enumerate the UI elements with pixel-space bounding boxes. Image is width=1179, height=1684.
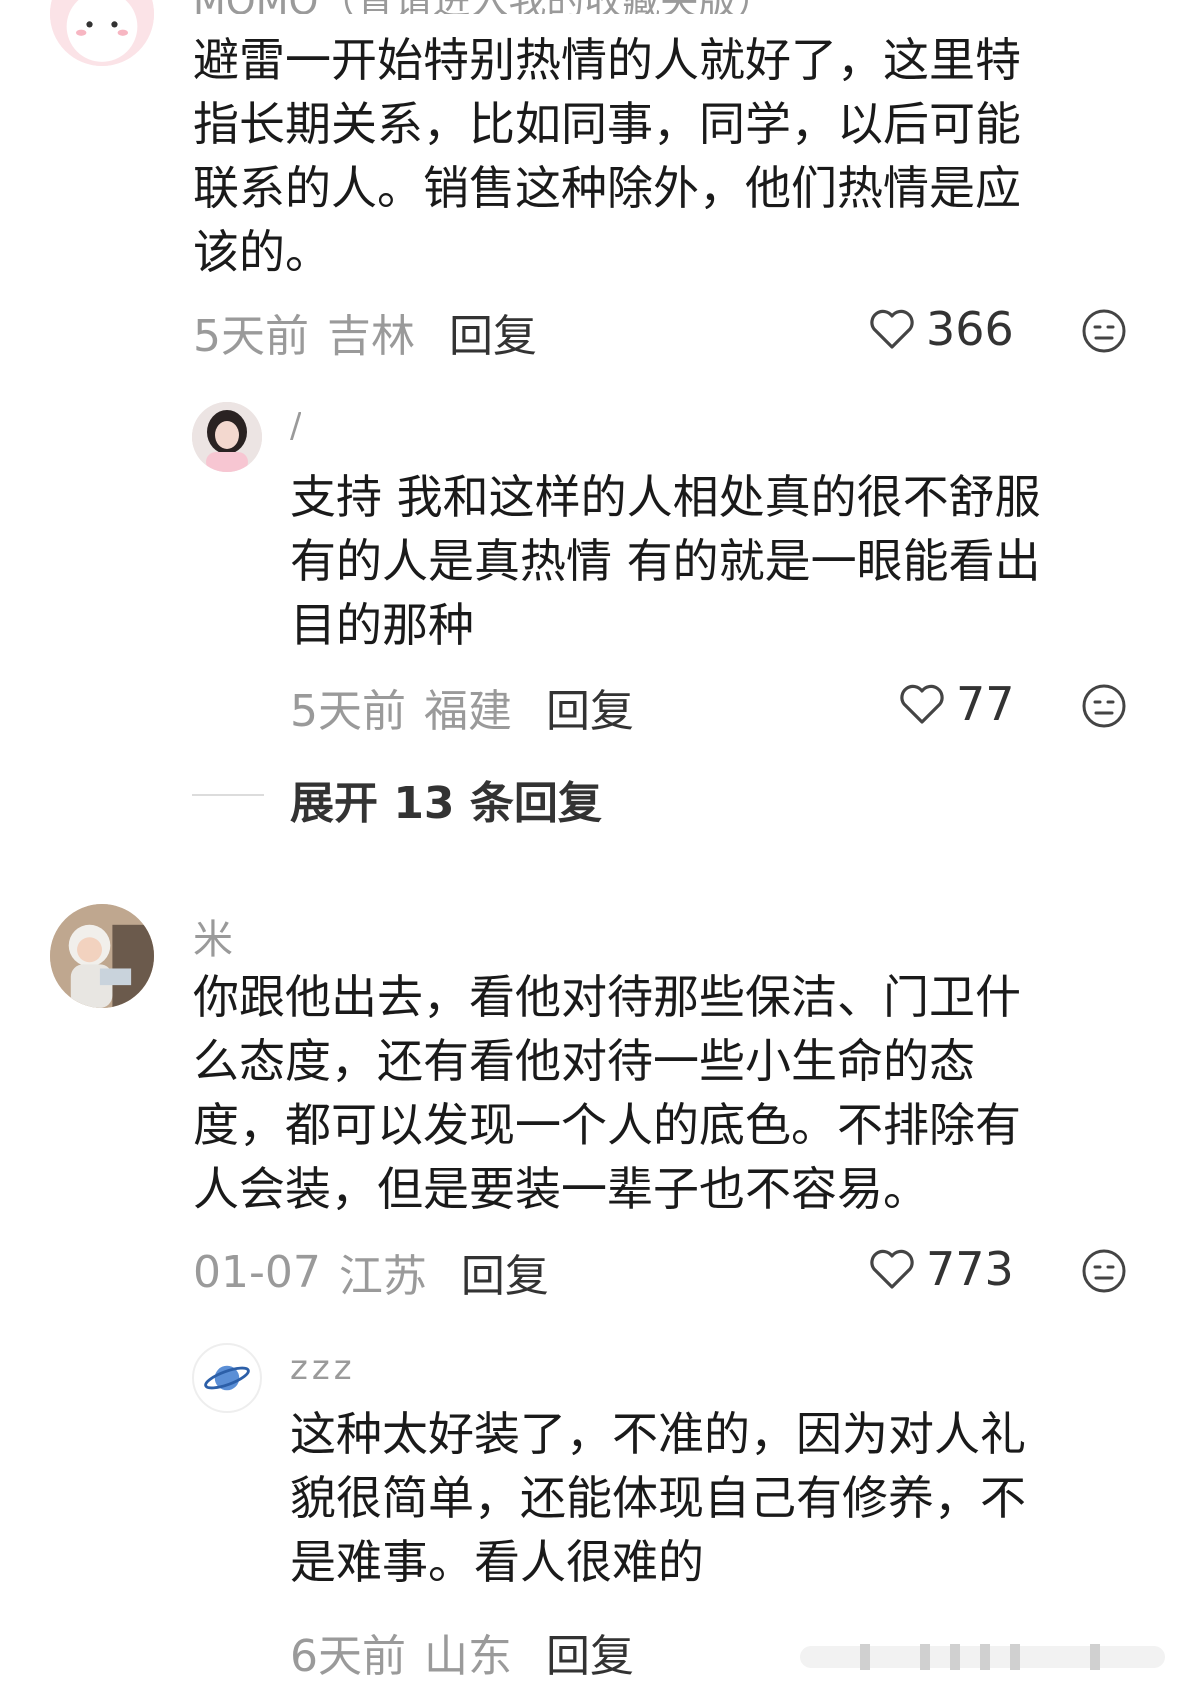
reply-meta: 5天前 福建 回复 [290, 675, 634, 739]
comment-line: 该的。 [193, 225, 331, 279]
comment-meta: 01-07 江苏 回复 [193, 1240, 549, 1304]
divider [192, 794, 264, 796]
reply-time: 5天前 [290, 686, 406, 737]
reply-button[interactable]: 回复 [449, 300, 537, 364]
like-button[interactable]: 77 [898, 677, 1015, 731]
reply-content: 支持 我和这样的人相处真的很不舒服 有的人是真热情 有的就是一眼能看出 目的那种 [290, 465, 1120, 657]
avatar[interactable] [50, 0, 154, 66]
reply-line: 这种太好装了，不准的，因为对人礼 [290, 1407, 1026, 1461]
like-count: 77 [956, 677, 1015, 731]
reply-username[interactable]: / [290, 406, 301, 446]
meh-face-icon[interactable] [1081, 1248, 1127, 1294]
comment-line: 联系的人。销售这种除外，他们热情是应 [193, 161, 1021, 215]
planet-icon [204, 1365, 250, 1391]
reply-avatar[interactable] [192, 402, 262, 472]
comment-time: 5天前 [193, 311, 309, 362]
comment-line: 指长期关系，比如同事，同学，以后可能 [193, 97, 1021, 151]
like-count: 366 [926, 302, 1014, 356]
reply-content: 这种太好装了，不准的，因为对人礼 貌很简单，还能体现自己有修养，不 是难事。看人… [290, 1402, 1120, 1594]
reply-button[interactable]: 回复 [546, 675, 634, 739]
avatar[interactable] [50, 904, 154, 1008]
reply-line: 支持 我和这样的人相处真的很不舒服 [290, 470, 1041, 524]
heart-outline-icon [870, 1249, 914, 1289]
comment-line: 么态度，还有看他对待一些小生命的态 [193, 1034, 975, 1088]
comment-username[interactable]: 米 [193, 907, 233, 965]
reply-line: 貌很简单，还能体现自己有修养，不 [290, 1471, 1026, 1525]
comment-location: 吉林 [327, 311, 415, 362]
watermark [800, 1644, 1165, 1670]
expand-replies-button[interactable]: 展开 13 条回复 [290, 767, 602, 831]
comment-content: 避雷一开始特别热情的人就好了，这里特 指长期关系，比如同事，同学，以后可能 联系… [193, 28, 1113, 284]
reply-username[interactable]: zzz [290, 1348, 356, 1388]
like-button[interactable]: 366 [868, 302, 1014, 356]
like-button[interactable]: 773 [868, 1242, 1014, 1296]
reply-line: 有的人是真热情 有的就是一眼能看出 [290, 534, 1041, 588]
comment-line: 人会装，但是要装一辈子也不容易。 [193, 1162, 929, 1216]
comment-line: 度，都可以发现一个人的底色。不排除有 [193, 1098, 1021, 1152]
comment-line: 避雷一开始特别热情的人就好了，这里特 [193, 33, 1021, 87]
reply-time: 6天前 [290, 1631, 406, 1682]
reply-meta: 6天前 山东 回复 [290, 1620, 634, 1684]
comment-time: 01-07 [193, 1246, 321, 1298]
reply-line: 目的那种 [290, 598, 474, 652]
reply-location: 山东 [424, 1631, 512, 1682]
reply-location: 福建 [424, 686, 512, 737]
meh-face-icon[interactable] [1081, 683, 1127, 729]
reply-line: 是难事。看人很难的 [290, 1535, 704, 1589]
comment-username[interactable]: MOMO（青请进入我的收藏夹版） [193, 0, 893, 14]
heart-outline-icon [900, 684, 944, 724]
comment-meta: 5天前 吉林 回复 [193, 300, 537, 364]
comment-line: 你跟他出去，看他对待那些保洁、门卫什 [193, 970, 1021, 1024]
heart-outline-icon [870, 309, 914, 349]
comment-location: 江苏 [338, 1251, 427, 1302]
meh-face-icon[interactable] [1081, 308, 1127, 354]
reply-button[interactable]: 回复 [461, 1240, 549, 1304]
avatar-image [50, 904, 154, 1008]
like-count: 773 [926, 1242, 1014, 1296]
reply-avatar[interactable] [192, 1343, 262, 1413]
avatar-image [50, 0, 154, 66]
comment-content: 你跟他出去，看他对待那些保洁、门卫什 么态度，还有看他对待一些小生命的态 度，都… [193, 965, 1113, 1221]
reply-button[interactable]: 回复 [546, 1620, 634, 1684]
avatar-image [192, 402, 262, 472]
